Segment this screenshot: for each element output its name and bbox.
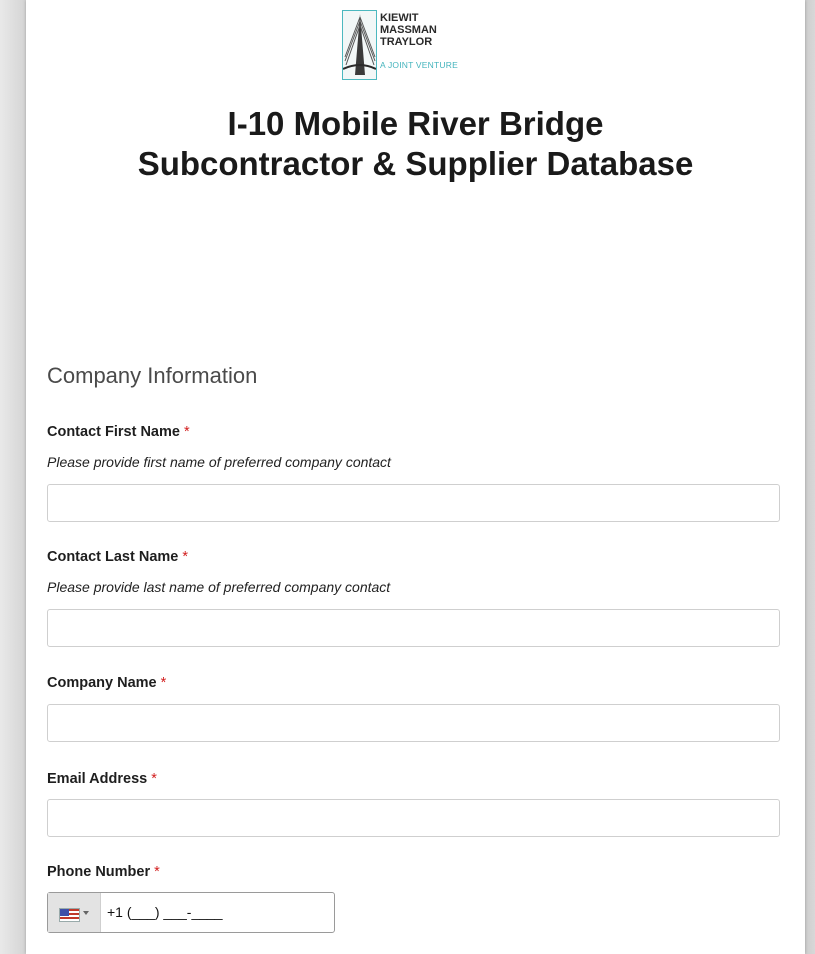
- page-title-line-2: Subcontractor & Supplier Database: [137, 145, 694, 182]
- phone-label: Phone Number *: [47, 864, 160, 880]
- last-name-help: Please provide last name of preferred co…: [47, 579, 391, 595]
- phone-input[interactable]: +1 (___) ___-____: [107, 904, 223, 920]
- us-flag-icon: [59, 908, 80, 922]
- company-logo: KIEWIT MASSMAN TRAYLOR A JOINT VENTURE: [342, 5, 487, 80]
- required-asterisk: *: [151, 771, 157, 787]
- required-asterisk: *: [183, 424, 190, 440]
- last-name-input[interactable]: [47, 609, 780, 647]
- form-card: KIEWIT MASSMAN TRAYLOR A JOINT VENTURE I…: [26, 0, 805, 954]
- logo-wordmark: KIEWIT MASSMAN TRAYLOR: [380, 12, 437, 48]
- last-name-label: Contact Last Name *: [47, 549, 188, 565]
- first-name-help: Please provide first name of preferred c…: [47, 454, 391, 470]
- first-name-input[interactable]: [47, 484, 780, 522]
- phone-label-text: Phone Number: [47, 864, 151, 880]
- phone-field: +1 (___) ___-____: [47, 892, 335, 933]
- required-asterisk: *: [160, 675, 167, 691]
- page-background-left: [0, 0, 26, 954]
- last-name-label-text: Contact Last Name: [47, 549, 179, 565]
- logo-line-traylor: TRAYLOR: [380, 36, 433, 48]
- company-name-label: Company Name *: [47, 675, 166, 691]
- bridge-logo-icon: [342, 10, 377, 80]
- page-title-line-1: I-10 Mobile River Bridge: [227, 105, 604, 142]
- page-title: I-10 Mobile River Bridge Subcontractor &…: [26, 104, 805, 184]
- required-asterisk: *: [182, 549, 189, 565]
- first-name-label: Contact First Name *: [47, 424, 190, 440]
- first-name-label-text: Contact First Name: [47, 424, 180, 440]
- email-input[interactable]: [47, 799, 780, 837]
- email-label-text: Email Address: [47, 771, 148, 787]
- caret-down-icon: [83, 911, 89, 915]
- required-asterisk: *: [154, 864, 160, 880]
- section-heading: Company Information: [47, 363, 258, 388]
- email-label: Email Address *: [47, 771, 157, 787]
- logo-line-kiewit: KIEWIT: [380, 12, 419, 24]
- logo-tagline: A JOINT VENTURE: [380, 60, 458, 70]
- company-name-input[interactable]: [47, 704, 780, 742]
- company-name-label-text: Company Name: [47, 675, 157, 691]
- logo-line-massman: MASSMAN: [380, 24, 437, 36]
- country-selector[interactable]: [48, 893, 101, 932]
